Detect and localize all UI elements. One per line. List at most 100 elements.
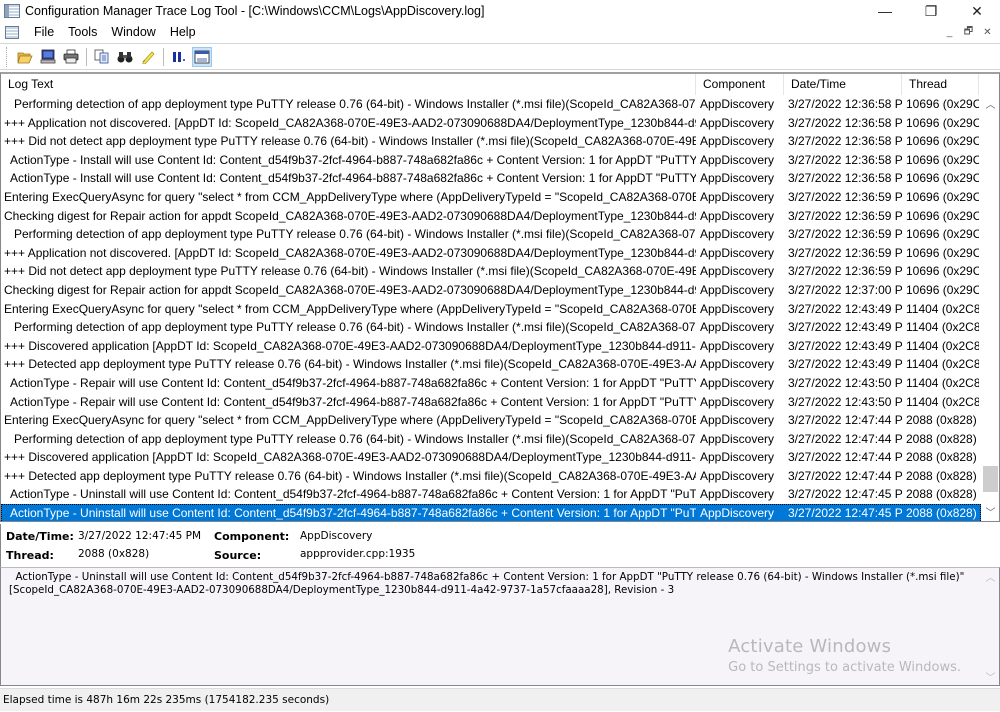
log-row[interactable]: +++ Discovered application [AppDT Id: Sc… (1, 448, 981, 467)
mdi-minimize-button[interactable]: _ (941, 24, 958, 40)
menu-file[interactable]: File (27, 25, 61, 39)
find-button[interactable] (115, 47, 135, 67)
highlight-button[interactable] (138, 47, 158, 67)
menu-help[interactable]: Help (163, 25, 203, 39)
column-header-log-text[interactable]: Log Text (1, 74, 696, 95)
menu-window[interactable]: Window (104, 25, 162, 39)
log-row[interactable]: +++ Application not discovered. [AppDT I… (1, 244, 981, 263)
log-row[interactable]: +++ Application not discovered. [AppDT I… (1, 114, 981, 133)
log-row[interactable]: +++ Detected app deployment type PuTTY r… (1, 355, 981, 374)
column-header-thread[interactable]: Thread (902, 74, 979, 95)
log-row[interactable]: Entering ExecQueryAsync for query "selec… (1, 411, 981, 430)
thread-cell: 10696 (0x29C8) (906, 134, 979, 149)
chevron-up-icon: ︿ (985, 573, 996, 584)
close-button[interactable]: ✕ (954, 0, 1000, 22)
message-scrollbar[interactable]: ︿ ﹀ (982, 568, 999, 685)
document-icon[interactable] (5, 25, 19, 39)
log-row[interactable]: ActionType - Uninstall will use Content … (1, 485, 981, 504)
log-row[interactable]: Entering ExecQueryAsync for query "selec… (1, 188, 981, 207)
scroll-down-button[interactable]: ﹀ (982, 503, 999, 520)
log-message-text: ActionType - Uninstall will use Content … (9, 571, 965, 596)
component-cell: AppDiscovery (700, 97, 775, 111)
datetime-cell: 3/27/2022 12:36:58 PM (788, 152, 902, 167)
open-on-server-button[interactable] (38, 47, 58, 67)
thread-cell: 2088 (0x828) (906, 431, 977, 446)
watermark-subtitle: Go to Settings to activate Windows. (728, 660, 961, 675)
log-row[interactable]: ActionType - Repair will use Content Id:… (1, 393, 981, 412)
thread-cell: 2088 (0x828) (906, 487, 977, 502)
log-row[interactable]: +++ Did not detect app deployment type P… (1, 262, 981, 281)
log-text-cell: +++ Detected app deployment type PuTTY r… (4, 468, 696, 483)
app-icon (4, 4, 20, 18)
thread-cell: 10696 (0x29C8) (906, 115, 979, 130)
menu-bar: File Tools Window Help (0, 22, 1000, 42)
menu-tools[interactable]: Tools (61, 25, 104, 39)
source-label: Source: (214, 549, 262, 562)
print-button[interactable] (61, 47, 81, 67)
datetime-cell: 3/27/2022 12:36:58 PM (788, 97, 902, 111)
mdi-restore-button[interactable]: 🗗 (960, 24, 977, 40)
datetime-cell: 3/27/2022 12:36:59 PM (788, 208, 902, 223)
open-button[interactable] (15, 47, 35, 67)
log-row[interactable]: Performing detection of app deployment t… (1, 225, 981, 244)
chevron-up-icon: ︿ (985, 100, 996, 111)
details-pane: Date/Time: 3/27/2022 12:47:45 PM Compone… (0, 524, 1000, 567)
scroll-up-button[interactable]: ︿ (982, 568, 999, 585)
component-cell: AppDiscovery (700, 468, 775, 483)
log-row[interactable]: +++ Discovered application [AppDT Id: Sc… (1, 337, 981, 356)
chevron-down-icon: ﹀ (985, 508, 996, 519)
copy-button[interactable] (92, 47, 112, 67)
datetime-cell: 3/27/2022 12:43:49 PM (788, 320, 902, 335)
log-text-cell: +++ Application not discovered. [AppDT I… (4, 115, 696, 130)
log-message-textbox[interactable]: ActionType - Uninstall will use Content … (0, 567, 1000, 686)
open-icon (17, 52, 33, 63)
log-row[interactable]: Checking digest for Repair action for ap… (1, 281, 981, 300)
log-text-cell: Performing detection of app deployment t… (4, 227, 696, 242)
log-text-cell: Entering ExecQueryAsync for query "selec… (4, 413, 696, 428)
thread-cell: 10696 (0x29C8) (906, 171, 979, 186)
log-text-cell: Performing detection of app deployment t… (4, 97, 696, 111)
pause-icon (173, 51, 185, 62)
component-cell: AppDiscovery (700, 189, 775, 204)
component-cell: AppDiscovery (700, 413, 775, 428)
thread-cell: 10696 (0x29C8) (906, 208, 979, 223)
column-header-component[interactable]: Component (696, 74, 784, 95)
minimize-button[interactable]: — (862, 0, 908, 22)
log-row[interactable]: +++ Did not detect app deployment type P… (1, 132, 981, 151)
log-text-cell: +++ Application not discovered. [AppDT I… (4, 245, 696, 260)
datetime-cell: 3/27/2022 12:36:59 PM (788, 189, 902, 204)
column-header-datetime[interactable]: Date/Time (784, 74, 902, 95)
log-text-cell: +++ Discovered application [AppDT Id: Sc… (4, 450, 696, 465)
log-row[interactable]: ActionType - Repair will use Content Id:… (1, 374, 981, 393)
elapsed-time-text: Elapsed time is 487h 16m 22s 235ms (1754… (3, 694, 330, 706)
log-row[interactable]: Checking digest for Repair action for ap… (1, 207, 981, 226)
log-row[interactable]: ActionType - Install will use Content Id… (1, 151, 981, 170)
mdi-controls: _ 🗗 ✕ (941, 24, 996, 40)
log-list-body: Performing detection of app deployment t… (1, 95, 981, 521)
copy-icon (94, 49, 109, 64)
log-row[interactable]: Performing detection of app deployment t… (1, 95, 981, 114)
log-row[interactable]: ActionType - Uninstall will use Content … (1, 504, 981, 521)
minimize-icon: — (878, 3, 892, 19)
watermark-title: Activate Windows (728, 636, 892, 657)
show-details-button[interactable] (192, 46, 212, 67)
log-row[interactable]: +++ Detected app deployment type PuTTY r… (1, 467, 981, 486)
pause-button[interactable] (169, 47, 189, 67)
log-row[interactable]: Entering ExecQueryAsync for query "selec… (1, 300, 981, 319)
datetime-cell: 3/27/2022 12:47:44 PM (788, 431, 902, 446)
log-list-scrollbar[interactable]: ︿ ﹀ (982, 95, 999, 520)
scrollbar-thumb[interactable] (983, 466, 998, 493)
log-text-cell: +++ Did not detect app deployment type P… (4, 264, 696, 279)
mdi-close-button[interactable]: ✕ (979, 24, 996, 40)
log-row[interactable]: Performing detection of app deployment t… (1, 430, 981, 449)
scroll-up-button[interactable]: ︿ (982, 95, 999, 112)
restore-button[interactable]: ❐ (908, 0, 954, 22)
thread-cell: 10696 (0x29C8) (906, 245, 979, 260)
scroll-down-button[interactable]: ﹀ (982, 668, 999, 685)
toolbar-grip[interactable] (6, 46, 9, 67)
thread-cell: 10696 (0x29C8) (906, 152, 979, 167)
thread-cell: 10696 (0x29C8) (906, 227, 979, 242)
log-row[interactable]: ActionType - Install will use Content Id… (1, 169, 981, 188)
log-list[interactable]: Log Text Component Date/Time Thread Perf… (0, 72, 1000, 522)
log-row[interactable]: Performing detection of app deployment t… (1, 318, 981, 337)
